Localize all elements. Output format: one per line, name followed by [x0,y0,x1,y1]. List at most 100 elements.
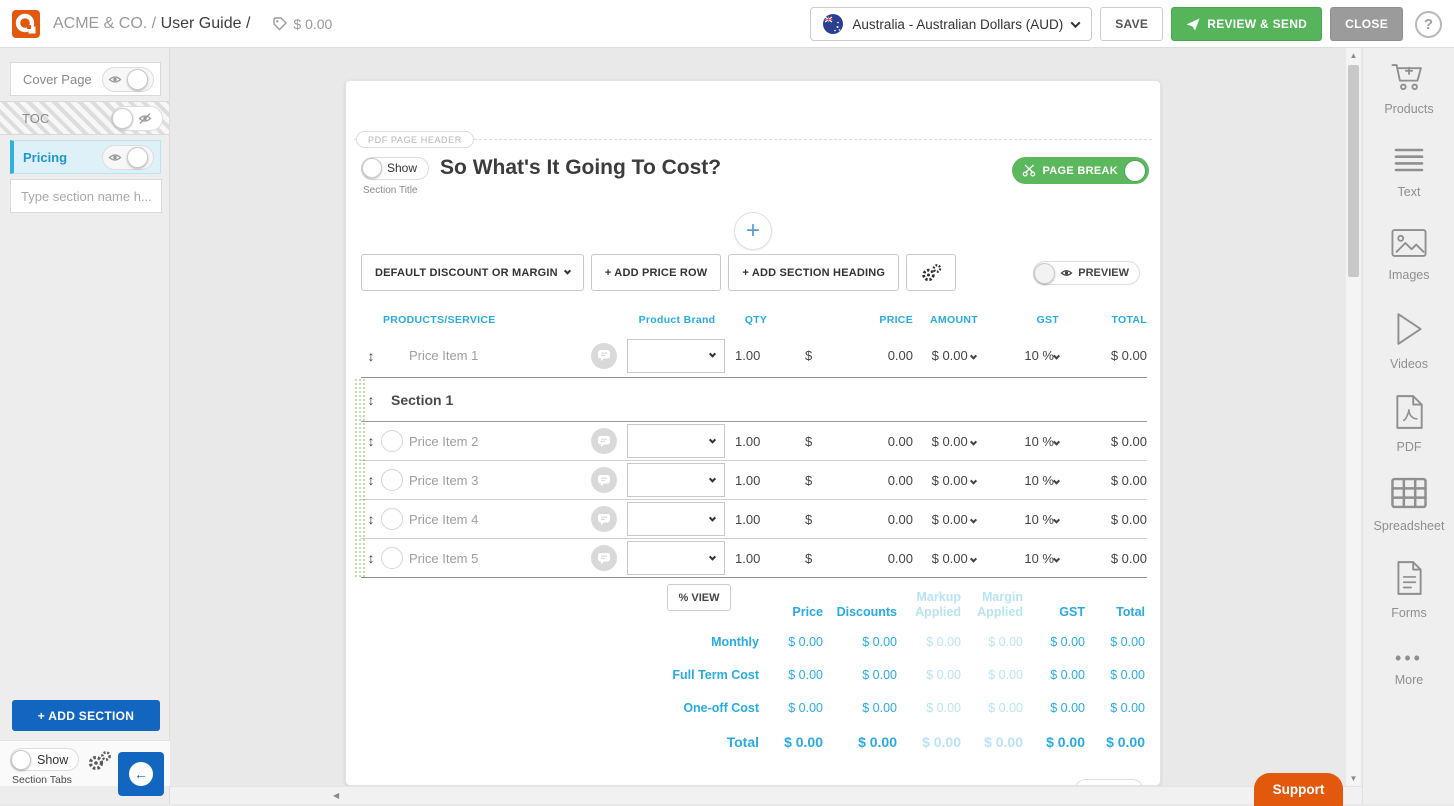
price-item-name[interactable]: Price Item 2 [409,434,591,449]
support-button[interactable]: Support [1254,773,1343,806]
content-toolbox: Products Text Images Videos PDF Sprea [1362,48,1454,804]
close-button[interactable]: CLOSE [1330,7,1403,41]
currency-symbol: $ [785,473,841,488]
review-send-button[interactable]: REVIEW & SEND [1171,7,1322,41]
toolbox-item-images[interactable]: Images [1363,228,1454,282]
percent-view-button[interactable]: % VIEW [667,584,731,611]
drag-handle-icon[interactable]: ↕ [361,472,381,488]
toolbox-item-pdf[interactable]: PDF [1363,394,1454,454]
toolbox-item-text[interactable]: Text [1363,145,1454,199]
amount-dropdown[interactable]: $ 0.00 [913,512,995,527]
price-input[interactable]: 0.00 [841,473,913,488]
toc-visibility-toggle[interactable] [111,106,163,131]
add-section-button[interactable]: + ADD SECTION [12,700,160,731]
drag-handle-icon[interactable]: ↕ [361,511,381,527]
drag-handle-icon[interactable]: ↕ [361,392,381,408]
sidebar-item-cover-page[interactable]: Cover Page [10,62,161,96]
row-select-radio[interactable] [381,547,403,569]
amount-dropdown[interactable]: $ 0.00 [913,473,995,488]
currency-selector[interactable]: Australia - Australian Dollars (AUD) [810,7,1092,41]
toolbox-item-more[interactable]: ••• More [1363,648,1454,687]
price-item-name[interactable]: Price Item 3 [409,473,591,488]
price-input[interactable]: 0.00 [841,434,913,449]
row-select-radio[interactable] [381,469,403,491]
toolbox-item-forms[interactable]: Forms [1363,560,1454,620]
add-price-row-button[interactable]: + ADD PRICE ROW [591,254,722,291]
product-brand-select[interactable] [627,339,725,373]
save-button[interactable]: SAVE [1100,7,1163,41]
horizontal-scrollbar[interactable]: ◀ [170,786,1362,804]
qty-input[interactable]: 1.00 [727,473,785,488]
breadcrumb-company[interactable]: ACME & CO. / [53,15,156,32]
preview-toggle[interactable]: PREVIEW [1033,261,1140,285]
price-input[interactable]: 0.00 [841,348,913,363]
row-select-radio[interactable] [381,508,403,530]
price-item-name[interactable]: Price Item 5 [409,551,591,566]
drag-handle-icon[interactable]: ↕ [361,550,381,566]
section-title-show-toggle[interactable]: Show [361,157,429,180]
product-brand-select[interactable] [627,541,725,575]
qty-input[interactable]: 1.00 [727,512,785,527]
section-title[interactable]: So What's It Going To Cost? [440,156,721,180]
product-brand-select[interactable] [627,502,725,536]
amount-dropdown[interactable]: $ 0.00 [913,551,995,566]
sidebar-item-pricing[interactable]: Pricing [10,140,161,174]
section-heading-label[interactable]: Section 1 [391,392,453,408]
scroll-up-icon[interactable]: ▲ [1346,48,1361,63]
scroll-down-icon[interactable]: ▼ [1346,771,1361,786]
row-total: $ 0.00 [1059,512,1147,527]
tag-icon [272,16,288,32]
gst-value: 10 % [1024,434,1054,449]
gst-dropdown[interactable]: 10 % [995,434,1059,449]
pricing-visibility-toggle[interactable] [102,145,154,170]
comment-bubble-icon[interactable] [591,467,617,493]
gst-dropdown[interactable]: 10 % [995,348,1059,363]
page-break-toggle[interactable]: PAGE BREAK [1012,157,1149,184]
collapse-sidebar-button[interactable]: ← [118,752,164,796]
section-settings-gear-icon[interactable] [86,749,112,778]
toolbox-item-spreadsheet[interactable]: Spreadsheet [1363,477,1454,533]
gst-dropdown[interactable]: 10 % [995,551,1059,566]
toolbox-item-products[interactable]: Products [1363,62,1454,116]
row-select-radio[interactable] [381,430,403,452]
cover-page-visibility-toggle[interactable] [102,67,154,92]
drag-handle-icon[interactable]: ↕ [361,348,381,364]
form-doc-icon [1394,560,1424,596]
price-item-name[interactable]: Price Item 4 [409,512,591,527]
amount-dropdown[interactable]: $ 0.00 [913,434,995,449]
toolbox-item-videos[interactable]: Videos [1363,311,1454,371]
chevron-down-icon [564,268,571,275]
add-content-button[interactable]: + [734,212,772,250]
pdf-page-header-pill[interactable]: PDF PAGE HEADER [356,131,474,148]
new-section-name-input[interactable] [10,179,162,213]
toolbox-label: Videos [1363,357,1454,371]
comment-bubble-icon[interactable] [591,343,617,369]
scroll-left-icon[interactable]: ◀ [333,791,339,800]
gst-dropdown[interactable]: 10 % [995,473,1059,488]
vertical-scrollbar[interactable]: ▲ ▼ [1346,48,1361,786]
price-item-name[interactable]: Price Item 1 [409,348,591,363]
product-brand-select[interactable] [627,424,725,458]
page-break-label: PAGE BREAK [1042,165,1118,177]
scrollbar-thumb[interactable] [1348,65,1359,277]
comment-bubble-icon[interactable] [591,428,617,454]
amount-dropdown[interactable]: $ 0.00 [913,348,995,363]
sections-sidebar: Cover Page TOC Pricing + ADD SECTION [0,48,170,804]
drag-handle-icon[interactable]: ↕ [361,433,381,449]
price-input[interactable]: 0.00 [841,551,913,566]
price-input[interactable]: 0.00 [841,512,913,527]
gst-dropdown[interactable]: 10 % [995,512,1059,527]
qty-input[interactable]: 1.00 [727,551,785,566]
comment-bubble-icon[interactable] [591,506,617,532]
default-discount-dropdown[interactable]: DEFAULT DISCOUNT OR MARGIN [361,254,584,291]
section-tabs-show-toggle[interactable]: Show [10,748,79,771]
sidebar-item-toc[interactable]: TOC [0,101,169,135]
comment-bubble-icon[interactable] [591,545,617,571]
app-logo-icon[interactable] [12,10,40,38]
add-section-heading-button[interactable]: + ADD SECTION HEADING [728,254,899,291]
pricing-settings-gear-icon[interactable] [906,254,956,291]
qty-input[interactable]: 1.00 [727,348,785,363]
qty-input[interactable]: 1.00 [727,434,785,449]
product-brand-select[interactable] [627,463,725,497]
help-icon[interactable]: ? [1415,11,1442,38]
